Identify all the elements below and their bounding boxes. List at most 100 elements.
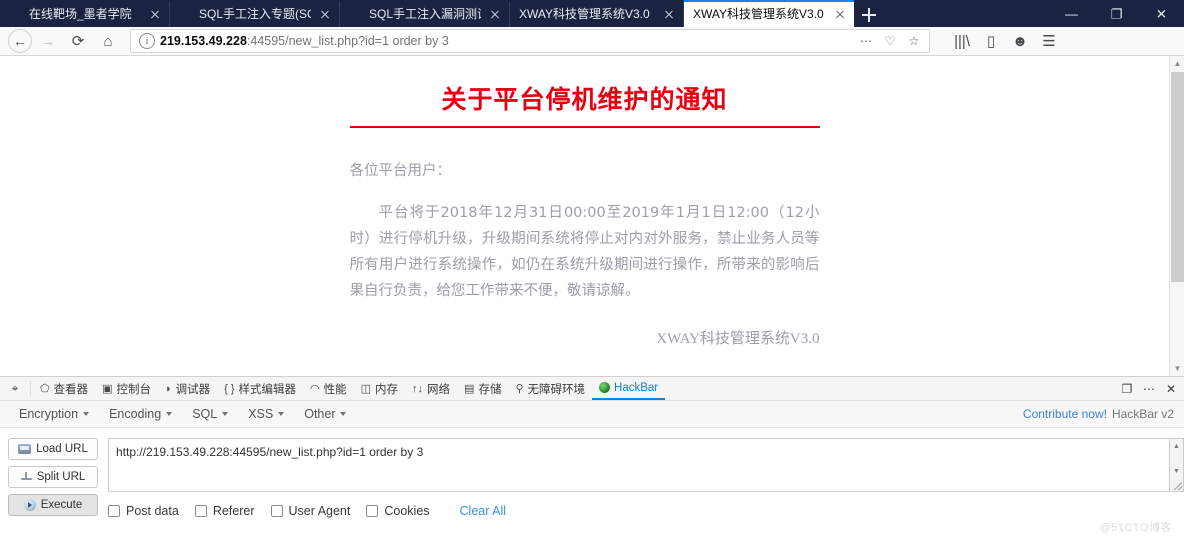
devtools-options-button[interactable]: ⋯ xyxy=(1138,377,1160,400)
close-icon[interactable] xyxy=(661,7,677,23)
pocket-icon[interactable]: ♡ xyxy=(879,31,901,51)
home-icon: ⌂ xyxy=(103,32,113,50)
page-title: 关于平台停机维护的通知 xyxy=(441,86,728,114)
devtools-tab-accessibility[interactable]: ⚲ 无障碍环境 xyxy=(508,377,592,400)
app-menu-button[interactable]: ☰ xyxy=(1035,29,1063,53)
firefox-favicon-icon xyxy=(179,8,193,22)
hackbar-options-row: Post data Referer User Agent Cookies Cle… xyxy=(108,504,1184,518)
devtools-tab-memory[interactable]: ◫ 内存 xyxy=(354,377,405,400)
hackbar-menu-xss[interactable]: XSS xyxy=(239,404,293,424)
library-button[interactable]: |||\ xyxy=(948,29,976,53)
option-post-data[interactable]: Post data xyxy=(108,504,179,518)
scrollbar-thumb[interactable] xyxy=(1171,72,1184,282)
hackbar-url-input[interactable]: http://219.153.49.228:44595/new_list.php… xyxy=(108,438,1170,492)
hackbar-menu-other[interactable]: Other xyxy=(295,404,355,424)
checkbox-icon[interactable] xyxy=(270,505,283,517)
scroll-down-icon[interactable]: ▼ xyxy=(1170,361,1184,376)
devtools-panel: ⌖ ⬠ 查看器 ▣ 控制台 ◗ 调试器 { } 样式编辑器 ◠ 性能 ◫ 内存 … xyxy=(0,376,1184,540)
close-icon[interactable] xyxy=(147,7,163,23)
maximize-button[interactable]: ❐ xyxy=(1094,0,1139,27)
close-icon[interactable] xyxy=(487,7,503,23)
devtools-tab-label: 无障碍环境 xyxy=(527,383,586,396)
page-actions-icon[interactable]: ⋯ xyxy=(855,31,877,51)
reload-button[interactable]: ⟳ xyxy=(64,29,92,53)
chevron-down-icon xyxy=(340,412,347,416)
devtools-close-button[interactable]: ✕ xyxy=(1160,377,1182,400)
new-tab-button[interactable] xyxy=(854,2,884,27)
browser-tab-0[interactable]: 在线靶场_墨者学院 xyxy=(0,2,170,27)
back-arrow-icon: ← xyxy=(13,33,27,49)
devtools-toolbar: ⌖ ⬠ 查看器 ▣ 控制台 ◗ 调试器 { } 样式编辑器 ◠ 性能 ◫ 内存 … xyxy=(0,377,1184,401)
browser-tab-4-active[interactable]: XWAY科技管理系统V3.0 xyxy=(684,0,854,27)
responsive-mode-icon: ❐ xyxy=(1121,381,1133,396)
url-text: 219.153.49.228:44595/new_list.php?id=1 o… xyxy=(160,34,449,48)
hackbar-menu-encryption[interactable]: Encryption xyxy=(10,404,98,424)
option-referer[interactable]: Referer xyxy=(194,504,255,518)
hackbar-contribute-area: Contribute now! HackBar v2 xyxy=(1023,407,1174,421)
forward-button[interactable]: → xyxy=(34,29,62,53)
option-cookies[interactable]: Cookies xyxy=(366,504,430,518)
option-label: Referer xyxy=(212,504,255,518)
execute-button[interactable]: Execute xyxy=(8,494,98,516)
devtools-tab-hackbar[interactable]: HackBar xyxy=(592,377,666,400)
element-picker-button[interactable]: ⌖ xyxy=(2,377,28,400)
tab-strip: 在线靶场_墨者学院 SQL手工注入专题(SQL Injectio SQL手工注入… xyxy=(0,0,1184,27)
back-button[interactable]: ← xyxy=(8,29,32,53)
hackbar-menu-encoding[interactable]: Encoding xyxy=(100,404,181,424)
hackbar-url-scrollbar[interactable]: ▲ ▼ xyxy=(1170,438,1184,492)
account-icon: ☻ xyxy=(1012,32,1028,50)
page-viewport: 关于平台停机维护的通知 各位平台用户： 平台将于2018年12月31日00:00… xyxy=(0,56,1184,376)
checkbox-icon[interactable] xyxy=(108,505,120,517)
site-info-icon[interactable]: i xyxy=(139,33,155,49)
close-icon[interactable] xyxy=(317,7,333,23)
split-url-button[interactable]: Split URL xyxy=(8,466,98,488)
devtools-tab-debugger[interactable]: ◗ 调试器 xyxy=(158,377,217,400)
devtools-tab-label: 网络 xyxy=(427,383,451,396)
minimize-button[interactable]: — xyxy=(1049,0,1094,27)
button-label: Execute xyxy=(40,499,83,511)
page-scrollbar[interactable]: ▲ ▼ xyxy=(1169,56,1184,376)
close-icon[interactable] xyxy=(832,7,848,23)
sidebar-button[interactable]: ▯ xyxy=(977,29,1005,53)
close-icon: ✕ xyxy=(1156,6,1167,21)
network-icon: ↑↓ xyxy=(412,382,424,395)
hackbar-menu-sql[interactable]: SQL xyxy=(183,404,237,424)
responsive-design-mode-button[interactable]: ❐ xyxy=(1116,377,1138,400)
clear-all-link[interactable]: Clear All xyxy=(460,504,507,518)
address-bar[interactable]: i 219.153.49.228:44595/new_list.php?id=1… xyxy=(130,29,930,53)
hackbar-menubar: Encryption Encoding SQL XSS Other Contri… xyxy=(0,401,1184,428)
devtools-tab-inspector[interactable]: ⬠ 查看器 xyxy=(33,377,95,400)
tab-title: SQL手工注入专题(SQL Injectio xyxy=(199,7,311,21)
scroll-down-icon[interactable]: ▼ xyxy=(1170,465,1183,478)
load-url-button[interactable]: Load URL xyxy=(8,438,98,460)
devtools-tab-performance[interactable]: ◠ 性能 xyxy=(303,377,354,400)
library-icon: |||\ xyxy=(954,32,970,50)
reload-icon: ⟳ xyxy=(71,33,85,50)
account-button[interactable]: ☻ xyxy=(1006,29,1034,53)
browser-tab-3[interactable]: XWAY科技管理系统V3.0 xyxy=(510,2,684,27)
url-actions: ⋯ ♡ ☆ xyxy=(855,31,925,51)
browser-tab-1[interactable]: SQL手工注入专题(SQL Injectio xyxy=(170,2,340,27)
home-button[interactable]: ⌂ xyxy=(94,29,122,53)
chevron-down-icon xyxy=(278,412,285,416)
checkbox-icon[interactable] xyxy=(194,505,207,517)
contribute-link[interactable]: Contribute now! xyxy=(1023,407,1107,421)
window-close-button[interactable]: ✕ xyxy=(1139,0,1184,27)
console-icon: ▣ xyxy=(102,383,113,395)
devtools-tab-label: 样式编辑器 xyxy=(238,383,297,396)
bookmark-star-icon[interactable]: ☆ xyxy=(903,31,925,51)
devtools-tab-label: 调试器 xyxy=(175,383,211,396)
checkbox-icon[interactable] xyxy=(366,505,379,517)
toolbar-right-buttons: |||\ ▯ ☻ ☰ xyxy=(948,29,1063,53)
devtools-tab-network[interactable]: ↑↓ 网络 xyxy=(405,377,457,400)
browser-tab-2[interactable]: SQL手工注入漏洞测试(MySQL xyxy=(340,2,510,27)
devtools-tab-style-editor[interactable]: { } 样式编辑器 xyxy=(217,377,303,400)
option-user-agent[interactable]: User Agent xyxy=(270,504,350,518)
hamburger-menu-icon: ☰ xyxy=(1042,33,1056,50)
menu-label: XSS xyxy=(248,407,274,421)
scroll-up-icon[interactable]: ▲ xyxy=(1170,440,1183,453)
devtools-tab-storage[interactable]: ▤ 存储 xyxy=(457,377,508,400)
resize-grip-icon[interactable] xyxy=(1174,482,1182,490)
scroll-up-icon[interactable]: ▲ xyxy=(1170,56,1184,71)
devtools-tab-console[interactable]: ▣ 控制台 xyxy=(95,377,158,400)
